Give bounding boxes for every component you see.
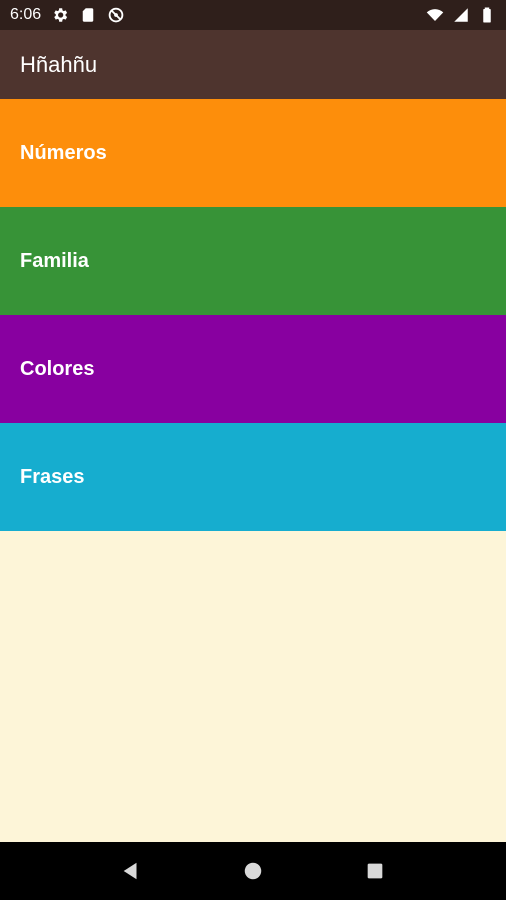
home-button[interactable] bbox=[233, 851, 273, 891]
category-label: Familia bbox=[20, 249, 89, 272]
status-left: 6:06 bbox=[10, 6, 125, 24]
navigation-bar bbox=[0, 842, 506, 900]
category-label: Colores bbox=[20, 357, 95, 380]
home-icon bbox=[244, 862, 262, 880]
recents-button[interactable] bbox=[355, 851, 395, 891]
cellular-icon bbox=[452, 6, 470, 24]
app-title: Hñahñu bbox=[20, 51, 98, 77]
category-list: Números Familia Colores Frases bbox=[0, 99, 506, 531]
category-colores[interactable]: Colores bbox=[0, 315, 506, 423]
back-icon bbox=[123, 862, 137, 880]
no-data-icon bbox=[107, 6, 125, 24]
category-frases[interactable]: Frases bbox=[0, 423, 506, 531]
back-button[interactable] bbox=[111, 851, 151, 891]
app-bar: Hñahñu bbox=[0, 30, 506, 99]
category-familia[interactable]: Familia bbox=[0, 207, 506, 315]
category-numeros[interactable]: Números bbox=[0, 99, 506, 207]
status-bar: 6:06 bbox=[0, 0, 506, 30]
category-label: Números bbox=[20, 141, 107, 164]
recents-icon bbox=[367, 863, 383, 879]
status-time: 6:06 bbox=[10, 6, 42, 23]
wifi-icon bbox=[426, 6, 444, 24]
category-label: Frases bbox=[20, 465, 85, 488]
settings-icon bbox=[51, 6, 69, 24]
sim-card-icon bbox=[79, 6, 97, 24]
status-right bbox=[426, 6, 496, 24]
battery-icon bbox=[478, 6, 496, 24]
